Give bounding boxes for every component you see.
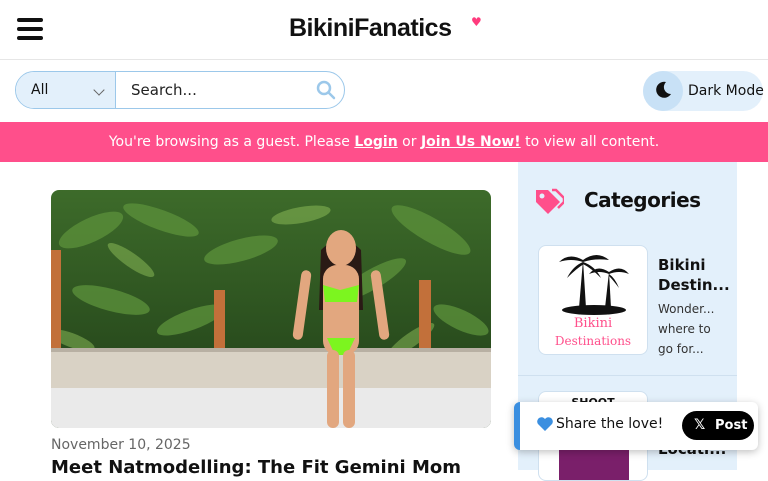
search-bar-row: All Dark Mode [0,61,768,122]
tags-icon [536,188,564,214]
banner-prefix: You're browsing as a guest. Please [108,134,355,150]
article-date: November 10, 2025 [51,437,191,453]
dark-mode-label: Dark Mode [688,83,764,99]
login-link[interactable]: Login [354,134,397,150]
category-description: Wonder... where to go for... [658,302,715,356]
chevron-down-icon [93,84,105,96]
site-header: BikiniFanatics ♥ [0,0,768,60]
x-logo-icon: 𝕏 [694,417,706,433]
dark-mode-toggle[interactable]: Dark Mode [643,71,764,111]
category-card[interactable]: Bikini Destinations Bikini Destin... Won… [518,232,737,376]
category-select[interactable]: All [16,72,116,108]
category-name: Bikini Destin... [658,256,730,294]
x-post-button[interactable]: 𝕏 Post [682,411,754,440]
search-input[interactable] [117,72,317,108]
heart-icon [537,417,553,431]
categories-title: Categories [584,188,701,212]
menu-icon[interactable] [17,18,43,40]
share-text: Share the love! [556,416,664,432]
article-title[interactable]: Meet Natmodelling: The Fit Gemini Mom [51,457,461,478]
search-icon[interactable] [316,80,336,100]
site-logo[interactable]: BikiniFanatics [289,14,452,43]
search-form: All [15,71,345,109]
share-widget: Share the love! 𝕏 Post [514,402,758,450]
banner-suffix: to view all content. [520,134,660,150]
category-thumbnail: Bikini Destinations [538,245,648,355]
logo-heart-icon: ♥ [471,15,482,29]
post-label: Post [715,418,748,433]
thumb-text-destinations: Destinations [554,334,632,348]
banner-middle: or [397,134,421,150]
guest-banner: You're browsing as a guest. Please Login… [0,122,768,162]
category-select-value: All [31,82,49,98]
article-hero-image[interactable] [51,190,491,428]
moon-icon [656,81,671,98]
join-link[interactable]: Join Us Now! [421,134,521,150]
thumb-text-bikini: Bikini [573,316,613,331]
